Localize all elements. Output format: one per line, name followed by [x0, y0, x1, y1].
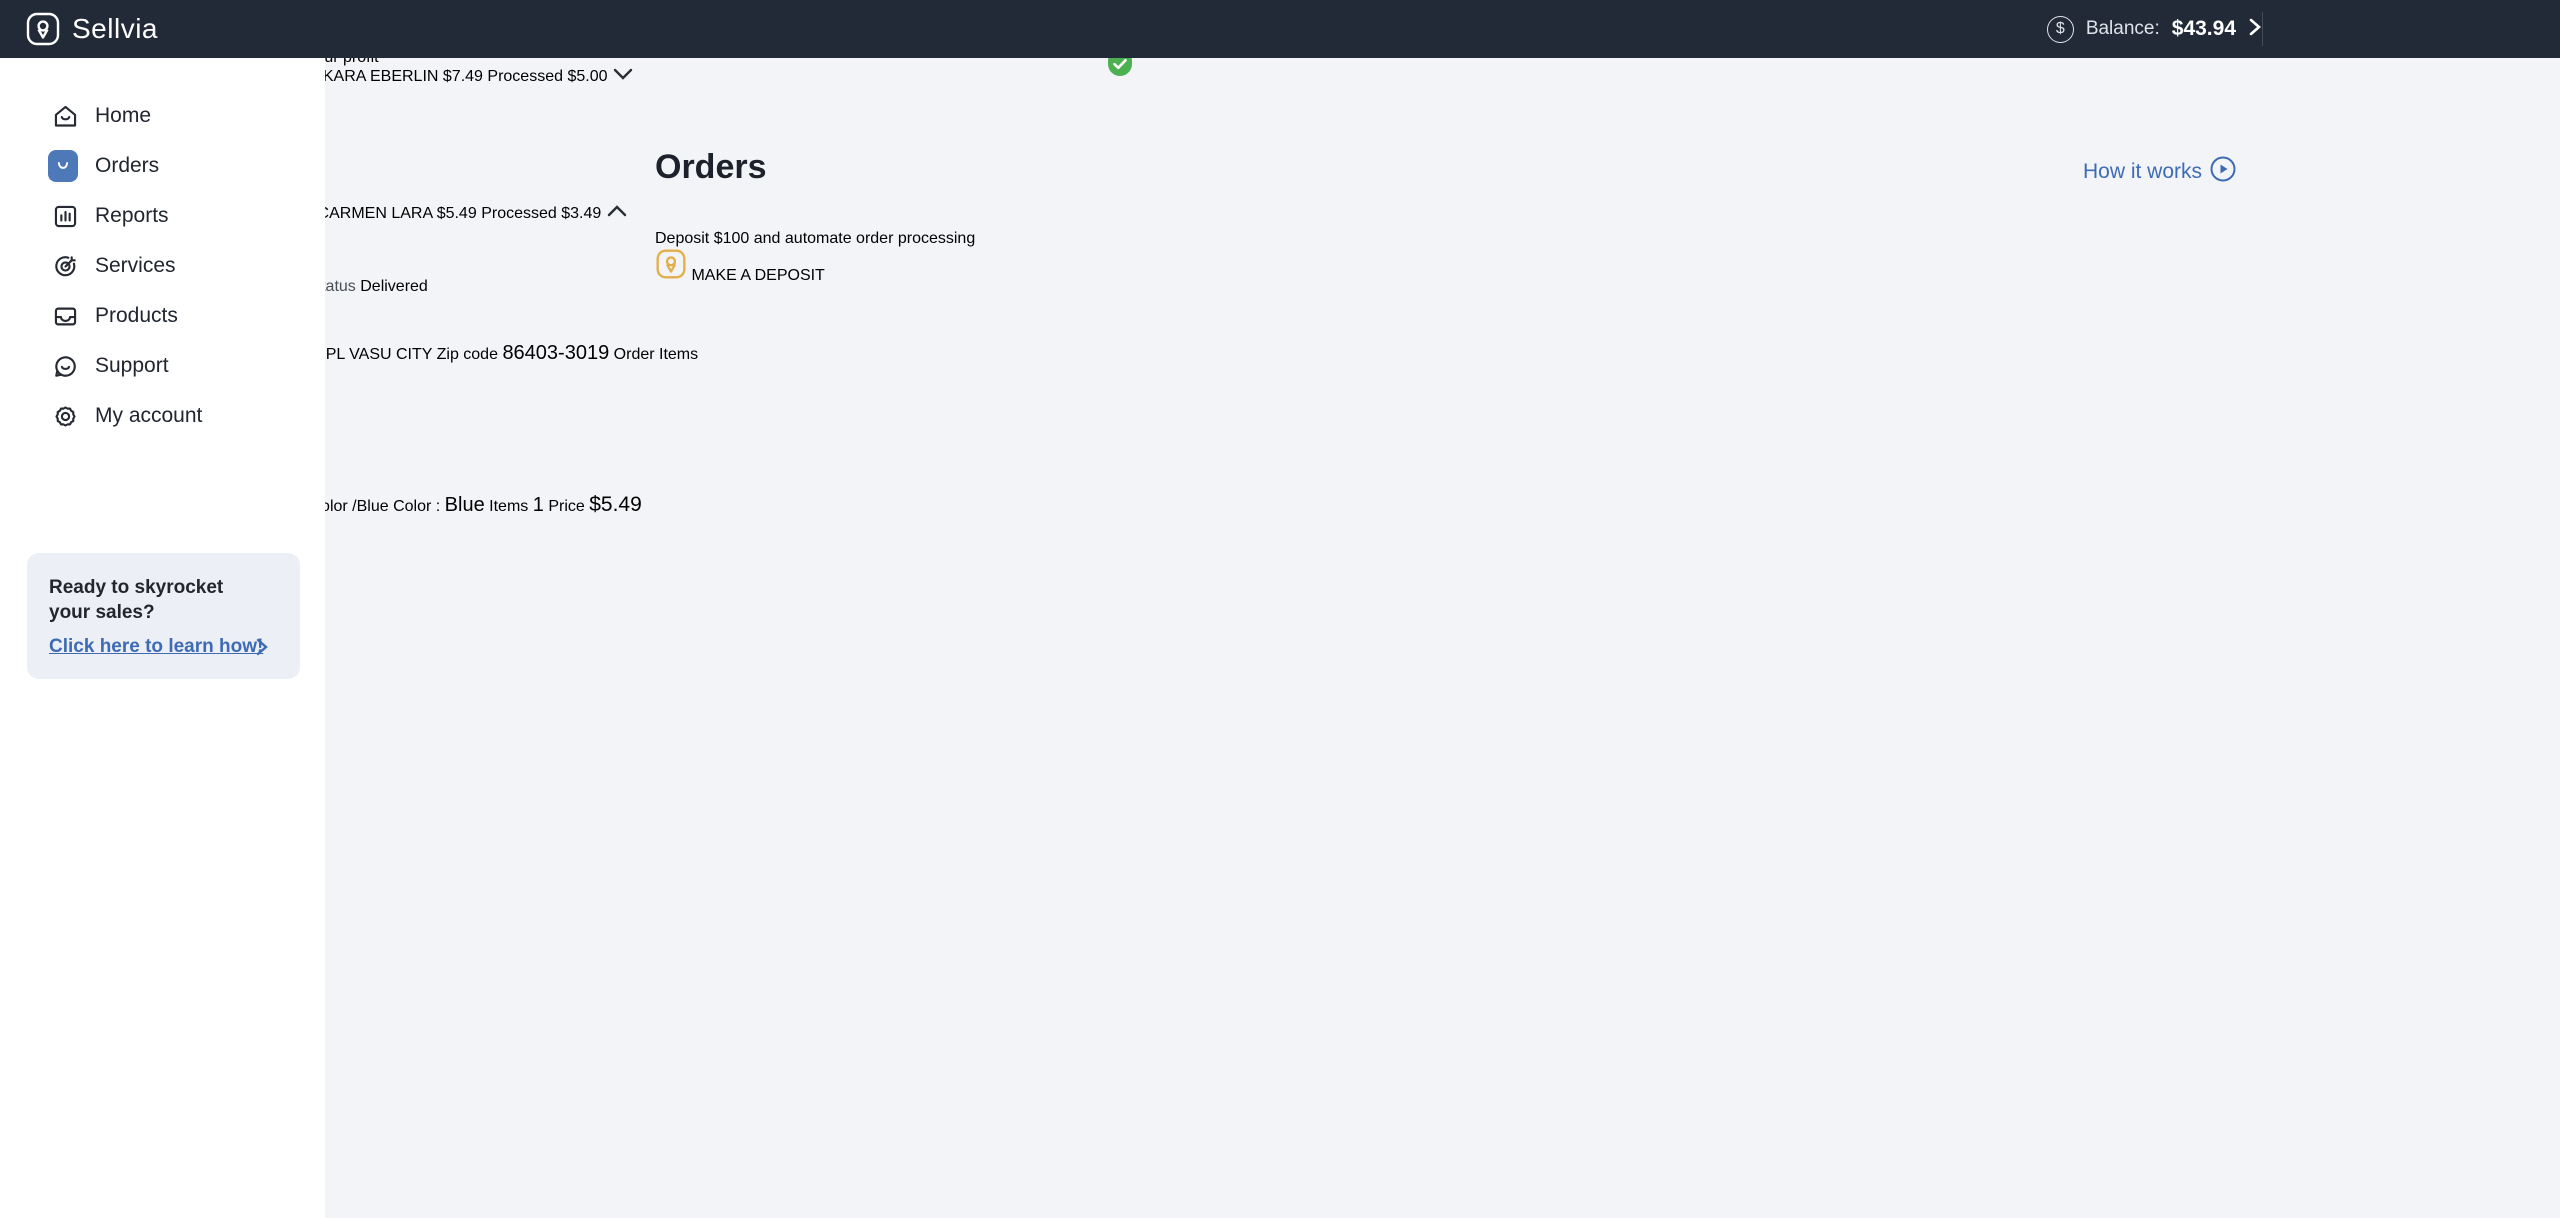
sidebar-item-products[interactable]: Products: [0, 292, 325, 340]
sidebar-item-label: Services: [95, 254, 176, 278]
items-value: 1: [533, 494, 544, 516]
topbar-divider: [2262, 12, 2263, 46]
sidebar-item-services[interactable]: Services: [0, 242, 325, 290]
brand-title: Sellvia: [72, 13, 158, 45]
sidebar-item-label: Reports: [95, 204, 169, 228]
sidebar-item-label: Support: [95, 354, 169, 378]
shipping-status-value: Delivered: [360, 278, 428, 295]
sidebar-item-label: My account: [95, 404, 202, 428]
sidebar-item-label: Home: [95, 104, 151, 128]
play-circle-icon: [2210, 156, 2236, 188]
app-root: Sellvia $ Balance: $43.94 Home: [0, 0, 2560, 1218]
reports-icon: [50, 201, 80, 231]
chevron-right-icon: [255, 637, 269, 662]
expand-row-button[interactable]: [612, 68, 634, 85]
sidebar-item-my-account[interactable]: My account: [0, 392, 325, 440]
order-profit: $3.49: [561, 205, 601, 222]
deposit-banner: Deposit $100 and automate order processi…: [655, 230, 2205, 344]
customer-city-fragment: VASU CITY: [349, 346, 432, 363]
sidebar-item-label: Orders: [95, 154, 159, 178]
sidebar-item-orders[interactable]: Orders: [0, 142, 325, 190]
order-status: Processed: [487, 68, 563, 85]
order-customer: CARMEN LARA: [318, 205, 433, 222]
promo-card: Ready to skyrocket your sales? Click her…: [27, 553, 300, 679]
order-items-heading: Order Items: [614, 346, 698, 363]
sidebar-item-label: Products: [95, 304, 178, 328]
order-customer: KARA EBERLIN: [323, 68, 439, 85]
support-icon: [50, 351, 80, 381]
dollar-icon: $: [2047, 16, 2074, 43]
balance-value: $43.94: [2172, 17, 2236, 41]
orders-icon: [48, 151, 78, 181]
sidebar-item-home[interactable]: Home: [0, 92, 325, 140]
sellvia-logo-icon: [25, 11, 61, 52]
order-total: $5.49: [437, 205, 477, 222]
shipping-timeline-popup: 2024-04-21 16:00:32 Placed 2024-04-21 21…: [0, 737, 2560, 809]
gear-icon: [50, 401, 80, 431]
color-label: Color :: [393, 498, 440, 515]
how-it-works-label: How it works: [2083, 160, 2202, 184]
banner-text: Deposit $100 and automate order processi…: [655, 230, 2205, 248]
order-total: $7.49: [443, 68, 483, 85]
price-label: Price: [548, 498, 584, 515]
product-image[interactable]: [0, 365, 2560, 493]
promo-title: Ready to skyrocket your sales?: [49, 575, 269, 625]
color-value: Blue: [445, 494, 485, 516]
services-icon: [50, 251, 80, 281]
deposit-button-label: MAKE A DEPOSIT: [691, 267, 824, 284]
promo-link[interactable]: Click here to learn how!: [49, 636, 263, 658]
balance-widget[interactable]: $ Balance: $43.94: [2047, 0, 2262, 58]
customer-zip-label: Zip code: [437, 346, 498, 363]
customer-zip-value: 86403-3019: [502, 342, 609, 364]
sidebar-item-support[interactable]: Support: [0, 342, 325, 390]
collapse-row-button[interactable]: [606, 205, 628, 222]
chevron-right-icon: [2248, 17, 2262, 42]
balance-label: Balance:: [2086, 18, 2160, 40]
items-label: Items: [489, 498, 528, 515]
sidebar: Home Orders Reports: [0, 58, 325, 1218]
home-icon: [50, 101, 80, 131]
products-icon: [50, 301, 80, 331]
how-it-works-link[interactable]: How it works: [2083, 156, 2236, 188]
order-profit: $5.00: [567, 68, 607, 85]
sellvia-mark-gold-icon: [655, 267, 691, 284]
top-bar: Sellvia $ Balance: $43.94: [0, 0, 2560, 58]
sidebar-item-reports[interactable]: Reports: [0, 192, 325, 240]
make-a-deposit-button[interactable]: MAKE A DEPOSIT: [655, 248, 2205, 285]
page-title: Orders: [655, 148, 767, 187]
order-status: Processed: [481, 205, 557, 222]
price-value: $5.49: [589, 493, 642, 516]
chat-launcher-button[interactable]: [0, 809, 2560, 846]
